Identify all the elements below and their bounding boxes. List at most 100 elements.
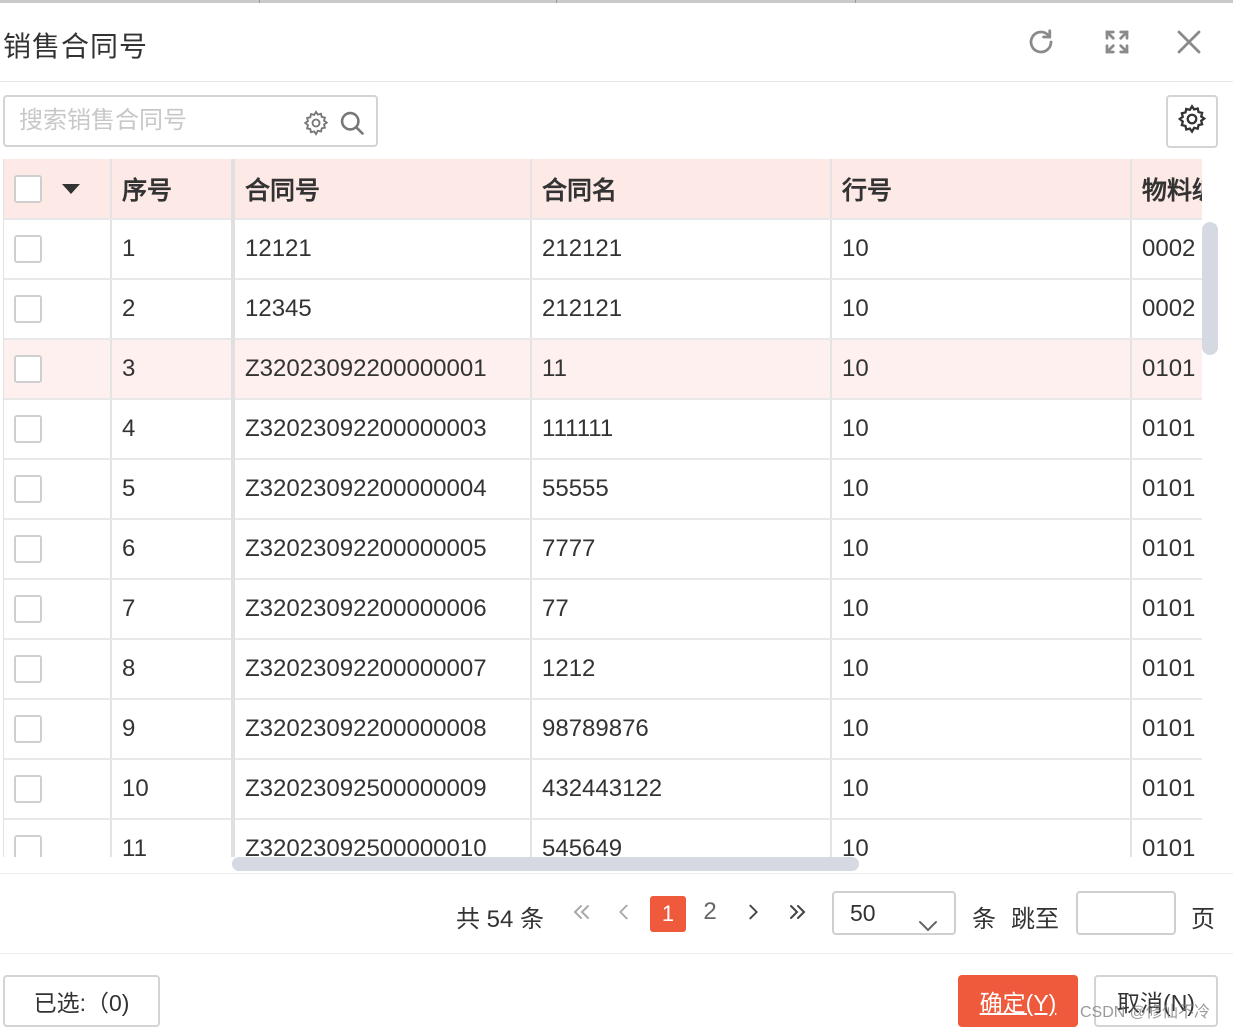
column-settings-button[interactable]: [1166, 95, 1218, 148]
table-row[interactable]: 10 Z32023092500000009 432443122 10 0101: [4, 759, 1202, 820]
cell-material: 0101: [1131, 699, 1202, 760]
cell-line-no: 10: [831, 399, 1132, 460]
page-button-1[interactable]: 1: [650, 896, 686, 932]
refresh-icon[interactable]: [1024, 25, 1058, 59]
cell-line-no: 10: [831, 279, 1132, 340]
cell-contract-name: 212121: [531, 219, 832, 280]
table-row[interactable]: 6 Z32023092200000005 7777 10 0101: [4, 519, 1202, 580]
cell-contract-name: 1212: [531, 639, 832, 700]
cell-material: 0002: [1131, 279, 1202, 340]
watermark: CSDN @修仙不冷: [1080, 1004, 1211, 1021]
column-header-seq[interactable]: 序号: [111, 159, 235, 220]
cell-contract-name: 545649: [531, 819, 832, 857]
cell-seq: 6: [111, 519, 235, 580]
first-page-icon[interactable]: [566, 892, 596, 932]
selected-count-button[interactable]: 已选:（0): [3, 975, 160, 1027]
table-row[interactable]: 1 12121 212121 10 0002: [4, 219, 1202, 280]
table-row[interactable]: 4 Z32023092200000003 111111 10 0101: [4, 399, 1202, 460]
cell-seq: 10: [111, 759, 235, 820]
table-row[interactable]: 7 Z32023092200000006 77 10 0101: [4, 579, 1202, 640]
row-checkbox[interactable]: [14, 355, 42, 384]
table-header-row: 序号 合同号 合同名 行号 物料编: [4, 159, 1202, 220]
select-all-cell: [4, 159, 112, 220]
fullscreen-icon[interactable]: [1100, 25, 1134, 59]
search-settings-icon[interactable]: [302, 109, 330, 137]
cell-line-no: 10: [831, 639, 1132, 700]
page-button-2[interactable]: 2: [697, 892, 723, 932]
cell-line-no: 10: [831, 459, 1132, 520]
cell-seq: 8: [111, 639, 235, 700]
dialog-title: 销售合同号: [3, 31, 149, 62]
cell-contract-no: Z32023092200000003: [233, 399, 532, 460]
row-checkbox[interactable]: [14, 415, 42, 444]
cell-contract-name: 98789876: [531, 699, 832, 760]
cell-seq: 7: [111, 579, 235, 640]
table-row[interactable]: 9 Z32023092200000008 98789876 10 0101: [4, 699, 1202, 760]
cell-contract-no: 12345: [233, 279, 532, 340]
table-row[interactable]: 11 Z32023092500000010 545649 10 0101: [4, 819, 1202, 857]
vertical-scrollbar[interactable]: [1202, 222, 1218, 355]
row-select-cell: [4, 399, 112, 460]
row-checkbox[interactable]: [14, 835, 42, 857]
cell-line-no: 10: [831, 819, 1132, 857]
prev-page-icon[interactable]: [611, 892, 637, 932]
data-grid: 序号 合同号 合同名 行号 物料编 1121212121211000022123…: [3, 159, 1202, 857]
next-page-icon[interactable]: [740, 892, 766, 932]
divider: [0, 873, 1233, 874]
cell-material: 0101: [1131, 459, 1202, 520]
row-select-cell: [4, 279, 112, 340]
cell-contract-no: Z32023092200000004: [233, 459, 532, 520]
jump-label: 跳至: [1011, 906, 1059, 933]
row-select-cell: [4, 759, 112, 820]
table-row[interactable]: 8 Z32023092200000007 1212 10 0101: [4, 639, 1202, 700]
cell-contract-no: Z32023092200000007: [233, 639, 532, 700]
jump-page-input[interactable]: [1076, 891, 1176, 935]
table-row[interactable]: 2 12345 212121 10 0002: [4, 279, 1202, 340]
confirm-button[interactable]: 确定(Y): [958, 975, 1078, 1027]
close-icon[interactable]: [1172, 25, 1206, 59]
row-select-cell: [4, 579, 112, 640]
horizontal-scrollbar[interactable]: [232, 857, 859, 871]
cell-line-no: 10: [831, 759, 1132, 820]
row-checkbox[interactable]: [14, 715, 42, 744]
cell-seq: 4: [111, 399, 235, 460]
column-header-contract-no[interactable]: 合同号: [233, 159, 532, 220]
last-page-icon[interactable]: [782, 892, 812, 932]
search-icon[interactable]: [338, 109, 366, 137]
cell-contract-no: Z32023092200000001: [233, 339, 532, 400]
select-all-checkbox[interactable]: [14, 175, 42, 204]
cell-contract-name: 432443122: [531, 759, 832, 820]
column-header-contract-name[interactable]: 合同名: [531, 159, 832, 220]
row-select-cell: [4, 339, 112, 400]
column-header-material[interactable]: 物料编: [1131, 159, 1202, 220]
cell-material: 0101: [1131, 579, 1202, 640]
cell-seq: 11: [111, 819, 235, 857]
caret-down-icon[interactable]: [62, 184, 80, 195]
row-checkbox[interactable]: [14, 595, 42, 624]
gear-icon: [1176, 103, 1208, 140]
row-checkbox[interactable]: [14, 295, 42, 324]
dialog-header: 销售合同号: [0, 3, 1233, 82]
divider: [0, 953, 1233, 954]
cell-seq: 3: [111, 339, 235, 400]
cell-seq: 1: [111, 219, 235, 280]
cell-contract-no: 12121: [233, 219, 532, 280]
row-checkbox[interactable]: [14, 475, 42, 504]
cell-contract-no: Z32023092200000008: [233, 699, 532, 760]
table-row[interactable]: 3 Z32023092200000001 11 10 0101: [4, 339, 1202, 400]
confirm-button-label: 确定(Y): [979, 990, 1057, 1016]
table-row[interactable]: 5 Z32023092200000004 55555 10 0101: [4, 459, 1202, 520]
search-input[interactable]: [19, 105, 289, 137]
cell-line-no: 10: [831, 699, 1132, 760]
cell-seq: 9: [111, 699, 235, 760]
cell-line-no: 10: [831, 339, 1132, 400]
row-checkbox[interactable]: [14, 235, 42, 264]
row-checkbox[interactable]: [14, 535, 42, 564]
column-header-line-no[interactable]: 行号: [831, 159, 1132, 220]
total-count: 共 54 条: [456, 906, 545, 933]
cell-material: 0101: [1131, 639, 1202, 700]
page-size-select[interactable]: 50: [832, 891, 956, 935]
row-select-cell: [4, 219, 112, 280]
row-checkbox[interactable]: [14, 775, 42, 804]
row-checkbox[interactable]: [14, 655, 42, 684]
